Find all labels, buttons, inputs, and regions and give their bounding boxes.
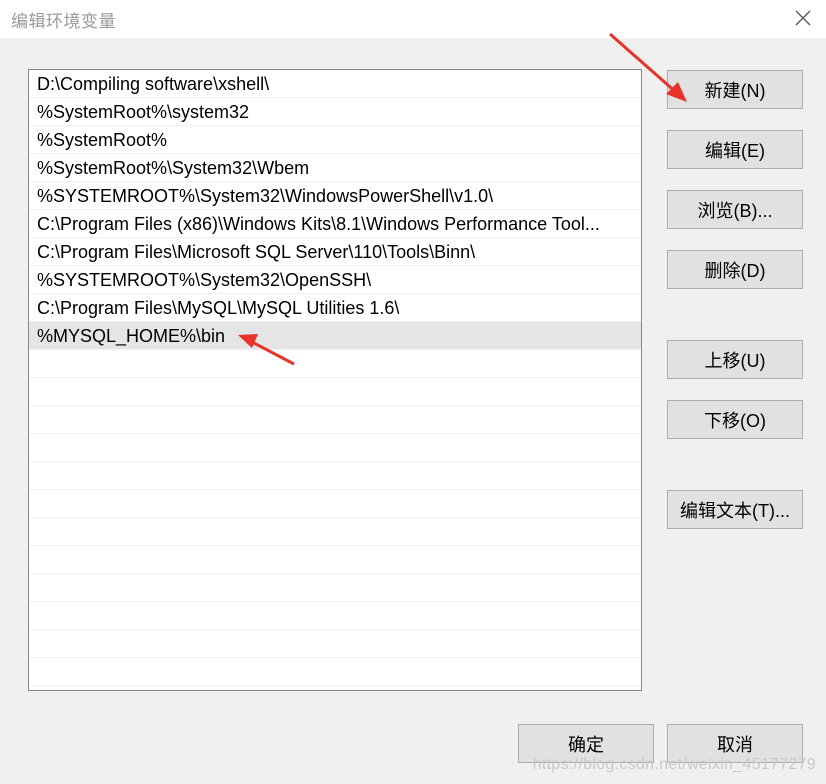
empty-row[interactable] [29, 434, 641, 462]
delete-button[interactable]: 删除(D) [667, 250, 803, 289]
move-up-button[interactable]: 上移(U) [667, 340, 803, 379]
edit-text-button[interactable]: 编辑文本(T)... [667, 490, 803, 529]
move-down-button[interactable]: 下移(O) [667, 400, 803, 439]
list-item[interactable]: %SystemRoot%\System32\Wbem [29, 154, 641, 182]
empty-row[interactable] [29, 350, 641, 378]
list-item[interactable]: %SystemRoot%\system32 [29, 98, 641, 126]
empty-row[interactable] [29, 574, 641, 602]
list-item[interactable]: %SystemRoot% [29, 126, 641, 154]
empty-row[interactable] [29, 518, 641, 546]
browse-button[interactable]: 浏览(B)... [667, 190, 803, 229]
empty-row[interactable] [29, 378, 641, 406]
empty-row[interactable] [29, 546, 641, 574]
title-bar: 编辑环境变量 [0, 0, 826, 38]
path-list[interactable]: D:\Compiling software\xshell\ %SystemRoo… [28, 69, 642, 691]
empty-row[interactable] [29, 630, 641, 658]
window-title: 编辑环境变量 [11, 12, 116, 31]
list-item-selected[interactable]: %MYSQL_HOME%\bin [29, 322, 641, 350]
empty-row[interactable] [29, 658, 641, 686]
edit-button[interactable]: 编辑(E) [667, 130, 803, 169]
list-item[interactable]: C:\Program Files (x86)\Windows Kits\8.1\… [29, 210, 641, 238]
list-item[interactable]: %SYSTEMROOT%\System32\WindowsPowerShell\… [29, 182, 641, 210]
watermark: https://blog.csdn.net/weixin_45177279 [532, 756, 816, 773]
empty-row[interactable] [29, 462, 641, 490]
list-item[interactable]: %SYSTEMROOT%\System32\OpenSSH\ [29, 266, 641, 294]
empty-row[interactable] [29, 406, 641, 434]
close-button[interactable] [780, 0, 826, 36]
list-item[interactable]: D:\Compiling software\xshell\ [29, 70, 641, 98]
close-icon [795, 10, 811, 26]
list-item[interactable]: C:\Program Files\MySQL\MySQL Utilities 1… [29, 294, 641, 322]
list-item[interactable]: C:\Program Files\Microsoft SQL Server\11… [29, 238, 641, 266]
empty-row[interactable] [29, 602, 641, 630]
empty-row[interactable] [29, 490, 641, 518]
new-button[interactable]: 新建(N) [667, 70, 803, 109]
